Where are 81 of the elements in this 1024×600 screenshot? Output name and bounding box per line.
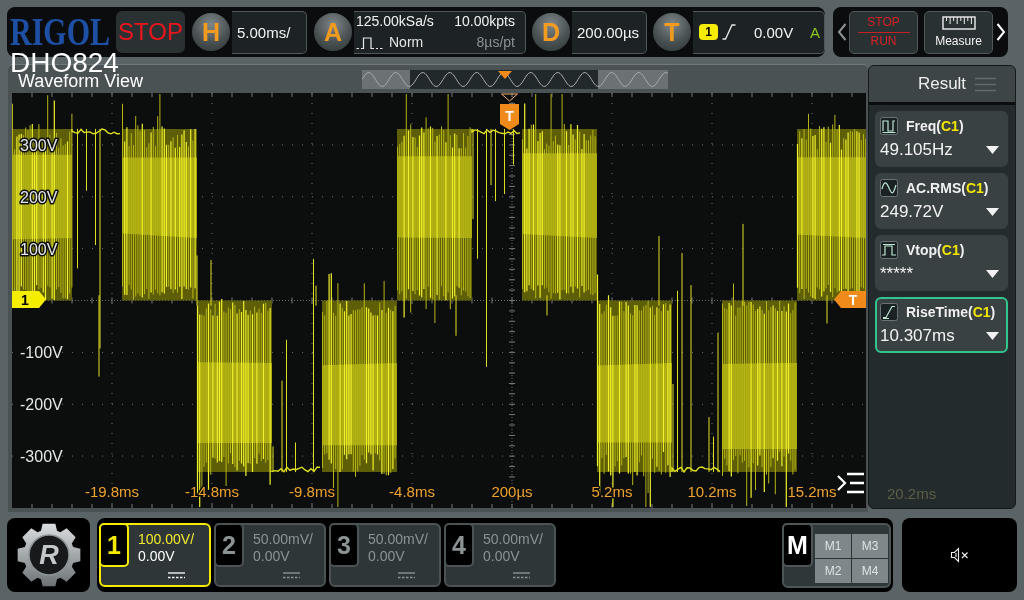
time-per-point-text: 8µs/pt [476,34,515,51]
channel-card[interactable]: 2 50.00mV/ 0.00V [214,523,326,587]
time-axis-label: 15.2ms [787,483,837,500]
model-name: DHO824 [10,53,119,73]
rising-edge-icon [880,303,898,321]
vertical-scale-text: 50.00mV/ [253,531,314,548]
voltage-axis-label: -100V [20,344,63,362]
voltage-axis-label: -300V [20,448,63,466]
dc-coupling-icon [513,571,530,579]
delay-display[interactable]: 200.00µs [572,10,647,54]
caret-down-icon[interactable] [986,332,999,340]
channel-number: 2 [214,523,244,567]
time-axis-label: -19.8ms [84,483,140,500]
speaker-muted-icon [949,547,970,563]
vertical-offset-text: 0.00V [138,548,176,565]
window-title: Waveform View [18,73,144,89]
math-label[interactable]: M [782,522,813,567]
measurement-card[interactable]: Freq(C1) 49.105Hz [875,111,1008,167]
rising-edge-icon [722,24,736,40]
measurement-title: AC.RMS(C1) [906,179,989,197]
caret-down-icon[interactable] [986,146,999,154]
waveform-overview-bar[interactable] [362,70,668,89]
acquisition-display[interactable]: 125.00kSa/s 10.00kpts Norm 8µs/pt [354,10,526,54]
channel-number: 4 [444,523,474,567]
voltage-axis-label: 200V [20,188,58,206]
measurement-title: Freq(C1) [906,117,964,135]
measurement-value: 10.307ms [880,326,955,346]
vertical-offset-text: 0.00V [483,548,521,565]
trigger-position-icon [498,71,512,79]
sine-wave-icon [880,179,898,197]
trigger-display[interactable]: 1 0.00V A [693,10,825,54]
caret-down-icon[interactable] [986,208,999,216]
panel-title: Result [917,74,967,94]
measurement-value: 249.72V [880,202,944,222]
trigger-source-tag: 1 [699,24,718,40]
voltage-axis-label: 100V [20,240,58,258]
channel-card[interactable]: 4 50.00mV/ 0.00V [444,523,556,587]
chevron-left-icon[interactable] [836,22,848,42]
measurement-card[interactable]: RiseTime(C1) 10.307ms [875,297,1008,353]
gear-icon [15,522,82,588]
voltage-axis-label: -200V [20,396,63,414]
square-wave-icon [880,117,898,135]
pulse-icon [880,241,898,259]
dc-coupling-icon [398,571,415,579]
measure-button[interactable]: Measure [924,10,993,54]
channel-marker[interactable]: 1 [12,291,46,308]
time-axis-label: 200µs [491,483,533,500]
time-axis-label: -9.8ms [289,483,335,500]
time-axis-label: -4.8ms [389,483,435,500]
caret-down-icon[interactable] [986,270,999,278]
sample-rate-text: 125.00kSa/s [356,13,435,30]
measurement-value: 49.105Hz [880,140,953,160]
sweep-mode-text: A [810,23,820,41]
ruler-icon [941,16,976,30]
vertical-scale-text: 50.00mV/ [483,531,544,548]
timebase-display[interactable]: 5.00ms/ [232,10,307,54]
channel-card[interactable]: 1 100.00V/ 0.00V [99,523,211,587]
vertical-offset-text: 0.00V [368,548,406,565]
dc-coupling-icon [283,571,300,579]
trigger-level-text: 0.00V [754,23,794,41]
chevron-right-icon[interactable] [995,22,1007,42]
vertical-scale-text: 100.00V/ [138,531,196,548]
vertical-offset-text: 0.00V [253,548,291,565]
acquisition-mode-text: Norm [389,34,424,51]
channel-number: 1 [99,523,129,567]
measurement-card[interactable]: Vtop(C1) ***** [875,235,1008,291]
channel-card[interactable]: 3 50.00mV/ 0.00V [329,523,441,587]
vertical-scale-text: 50.00mV/ [368,531,429,548]
measurement-value: ***** [880,264,914,284]
channel-number: 3 [329,523,359,567]
menu-icon[interactable] [837,472,866,494]
brand-logo: RIGOL [10,15,110,49]
dc-coupling-icon [168,571,185,579]
measurement-title: Vtop(C1) [906,241,965,259]
utility-button[interactable]: R [7,518,90,592]
memory-depth-text: 10.00kpts [454,13,515,30]
pulse-icon [356,35,383,50]
measurement-card[interactable]: AC.RMS(C1) 249.72V [875,173,1008,229]
time-axis-label: 10.2ms [687,483,737,500]
measurement-title: RiseTime(C1) [906,303,996,321]
voltage-axis-label: 300V [20,136,58,154]
